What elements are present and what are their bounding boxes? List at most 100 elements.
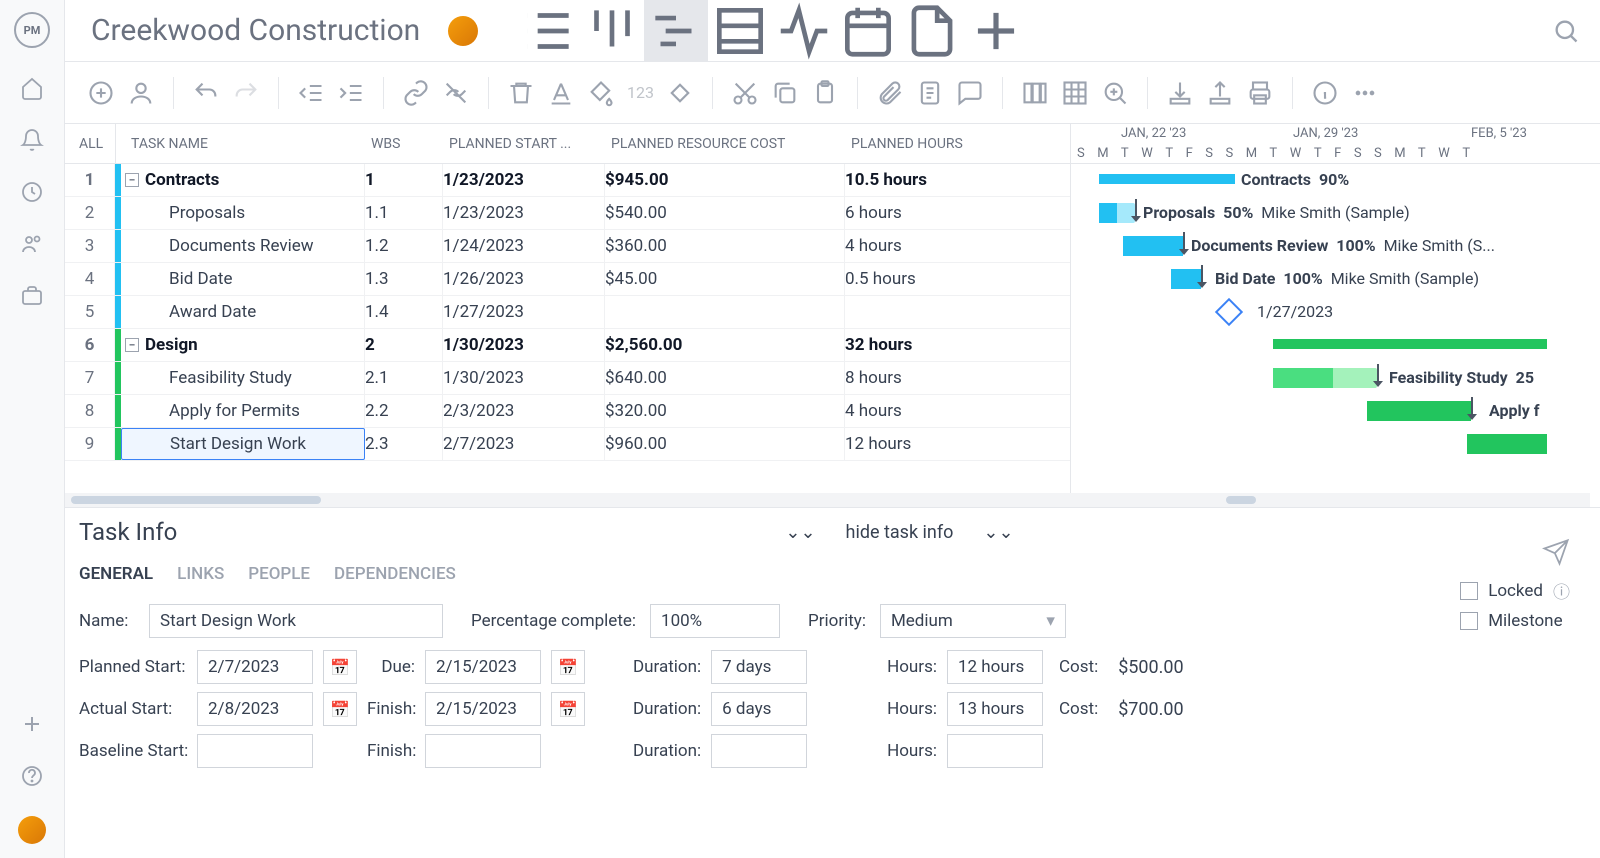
hide-task-info-button[interactable]: ⌄⌄ hide task info ⌄⌄ [785, 522, 1013, 543]
gantt-task-bar[interactable] [1123, 236, 1183, 256]
task-name-cell[interactable]: Feasibility Study [121, 362, 365, 394]
gantt-row[interactable]: Feasibility Study 25 [1071, 362, 1600, 395]
text-style-icon[interactable] [547, 79, 575, 107]
collapse-icon[interactable]: − [125, 338, 139, 352]
delete-icon[interactable] [507, 79, 535, 107]
calendar-icon[interactable]: 📅 [551, 692, 585, 726]
notes-icon[interactable] [916, 79, 944, 107]
task-name-cell[interactable]: Award Date [121, 296, 365, 328]
outdent-icon[interactable] [297, 79, 325, 107]
undo-icon[interactable] [192, 79, 220, 107]
due-field[interactable] [425, 650, 541, 684]
zoom-icon[interactable] [1101, 79, 1129, 107]
fill-color-icon[interactable] [587, 79, 615, 107]
calendar-icon[interactable]: 📅 [323, 692, 357, 726]
indent-icon[interactable] [337, 79, 365, 107]
task-name-cell[interactable]: Apply for Permits [121, 395, 365, 427]
actual-duration-field[interactable] [711, 692, 807, 726]
gantt-row[interactable]: Proposals 50% Mike Smith (Sample) [1071, 197, 1600, 230]
gantt-row[interactable]: Contracts 90% [1071, 164, 1600, 197]
gantt-row[interactable]: Documents Review 100% Mike Smith (S... [1071, 230, 1600, 263]
import-icon[interactable] [1166, 79, 1194, 107]
print-icon[interactable] [1246, 79, 1274, 107]
view-gantt-icon[interactable] [644, 0, 708, 62]
task-name-cell[interactable]: Proposals [121, 197, 365, 229]
briefcase-icon[interactable] [20, 284, 44, 308]
actual-start-field[interactable] [197, 692, 313, 726]
col-cost[interactable]: PLANNED RESOURCE COST [611, 136, 851, 152]
grid-scrollbar[interactable] [65, 493, 1071, 507]
info-icon[interactable] [1311, 79, 1339, 107]
milestone-checkbox[interactable]: Milestone [1460, 611, 1570, 631]
number-format-icon[interactable]: 123 [627, 83, 654, 102]
table-row[interactable]: 3Documents Review1.21/24/2023$360.004 ho… [65, 230, 1070, 263]
gantt-row[interactable]: Bid Date 100% Mike Smith (Sample) [1071, 263, 1600, 296]
gantt-task-bar[interactable] [1099, 203, 1135, 223]
add-person-icon[interactable] [127, 79, 155, 107]
baseline-hours-field[interactable] [947, 734, 1043, 768]
gantt-summary-bar[interactable] [1099, 174, 1235, 184]
col-task[interactable]: TASK NAME [121, 136, 371, 152]
duration-field[interactable] [711, 650, 807, 684]
unlink-icon[interactable] [442, 79, 470, 107]
milestone-diamond[interactable] [1215, 298, 1243, 326]
gantt-scrollbar[interactable] [1071, 493, 1590, 507]
priority-select[interactable]: Medium [880, 604, 1066, 638]
home-icon[interactable] [20, 76, 44, 100]
gantt-summary-bar[interactable] [1273, 339, 1547, 349]
table-row[interactable]: 9Start Design Work2.32/7/2023$960.0012 h… [65, 428, 1070, 461]
baseline-duration-field[interactable] [711, 734, 807, 768]
bell-icon[interactable] [20, 128, 44, 152]
copy-icon[interactable] [771, 79, 799, 107]
table-row[interactable]: 7Feasibility Study2.11/30/2023$640.008 h… [65, 362, 1070, 395]
locked-checkbox[interactable]: Locked ⓘ [1460, 578, 1570, 603]
table-row[interactable]: 2Proposals1.11/23/2023$540.006 hours [65, 197, 1070, 230]
table-row[interactable]: 5Award Date1.41/27/2023 [65, 296, 1070, 329]
task-name-cell[interactable]: −Contracts [121, 164, 365, 196]
collapse-icon[interactable]: − [125, 173, 139, 187]
finish-field[interactable] [425, 692, 541, 726]
task-name-cell[interactable]: −Design [121, 329, 365, 361]
columns-icon[interactable] [1021, 79, 1049, 107]
user-avatar[interactable] [18, 816, 46, 844]
hours-field[interactable] [947, 650, 1043, 684]
grid-icon[interactable] [1061, 79, 1089, 107]
export-icon[interactable] [1206, 79, 1234, 107]
table-row[interactable]: 6−Design21/30/2023$2,560.0032 hours [65, 329, 1070, 362]
col-hours[interactable]: PLANNED HOURS [851, 136, 1001, 152]
clock-icon[interactable] [20, 180, 44, 204]
add-icon[interactable] [20, 712, 44, 736]
view-table-icon[interactable] [708, 0, 772, 62]
calendar-icon[interactable]: 📅 [551, 650, 585, 684]
task-name-cell[interactable]: Start Design Work [121, 428, 365, 460]
table-row[interactable]: 1−Contracts11/23/2023$945.0010.5 hours [65, 164, 1070, 197]
baseline-start-field[interactable] [197, 734, 313, 768]
table-row[interactable]: 8Apply for Permits2.22/3/2023$320.004 ho… [65, 395, 1070, 428]
planned-start-field[interactable] [197, 650, 313, 684]
view-add-icon[interactable] [964, 0, 1028, 62]
link-icon[interactable] [402, 79, 430, 107]
search-icon[interactable] [1552, 17, 1580, 45]
cut-icon[interactable] [731, 79, 759, 107]
view-file-icon[interactable] [900, 0, 964, 62]
send-icon[interactable] [1542, 538, 1570, 570]
view-list-icon[interactable] [516, 0, 580, 62]
gantt-row[interactable] [1071, 329, 1600, 362]
gantt-row[interactable]: Apply f [1071, 395, 1600, 428]
name-field[interactable] [149, 604, 443, 638]
task-name-cell[interactable]: Documents Review [121, 230, 365, 262]
calendar-icon[interactable]: 📅 [323, 650, 357, 684]
view-activity-icon[interactable] [772, 0, 836, 62]
gantt-row[interactable] [1071, 428, 1600, 461]
tab-general[interactable]: GENERAL [79, 564, 153, 584]
comment-icon[interactable] [956, 79, 984, 107]
table-row[interactable]: 4Bid Date1.31/26/2023$45.000.5 hours [65, 263, 1070, 296]
col-wbs[interactable]: WBS [371, 136, 449, 152]
gantt-task-bar[interactable] [1273, 368, 1377, 388]
view-board-icon[interactable] [580, 0, 644, 62]
col-all[interactable]: ALL [65, 136, 115, 152]
percent-complete-field[interactable] [650, 604, 780, 638]
gantt-task-bar[interactable] [1467, 434, 1547, 454]
paste-icon[interactable] [811, 79, 839, 107]
gantt-row[interactable]: 1/27/2023 [1071, 296, 1600, 329]
